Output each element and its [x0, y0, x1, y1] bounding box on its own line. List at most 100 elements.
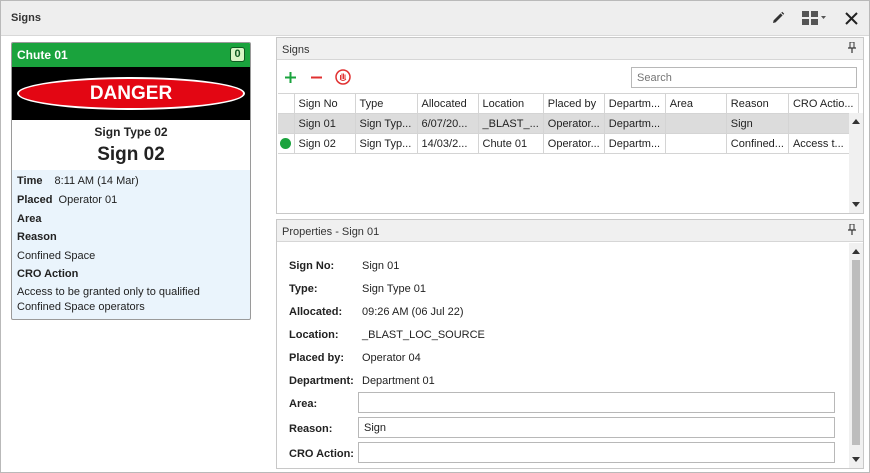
reason-cell: Confined... [726, 133, 789, 154]
prop-reason-label: Reason: [289, 423, 333, 435]
sign-card-pane: Chute 01 0 DANGER Sign Type 02 Sign 02 T… [2, 37, 271, 469]
row-status-cell [278, 133, 295, 154]
minus-icon[interactable] [308, 69, 324, 85]
scroll-down-icon[interactable] [852, 457, 860, 462]
card-area-label: Area [17, 213, 42, 225]
scroll-thumb[interactable] [852, 260, 860, 445]
prop-area-label: Area: [289, 398, 318, 410]
location-cell: Chute 01 [478, 133, 544, 154]
pin-icon[interactable] [847, 41, 857, 57]
column-header-status[interactable] [278, 93, 295, 114]
sign-card[interactable]: Chute 01 0 DANGER Sign Type 02 Sign 02 T… [11, 42, 251, 320]
card-placed-value: Operator 01 [58, 194, 118, 206]
card-title-area: Sign Type 02 Sign 02 [12, 120, 250, 170]
search-input[interactable] [631, 67, 857, 88]
prop-allocated-value: 09:26 AM (06 Jul 22) [362, 306, 464, 318]
card-cro-label: CRO Action [17, 268, 79, 280]
card-placed-label: Placed [17, 194, 53, 206]
scroll-up-icon[interactable] [852, 119, 860, 124]
cro-action-cell [788, 113, 859, 134]
card-header: Chute 01 0 [12, 43, 250, 67]
row-status-cell [278, 113, 295, 134]
signs-panel: Signs Search Sign No Type Allocated Loca… [276, 37, 864, 214]
pin-icon[interactable] [847, 223, 857, 239]
properties-panel: Properties - Sign 01 Sign No: Sign 01 Ty… [276, 219, 864, 469]
right-pane: Signs Search Sign No Type Allocated Loca… [276, 37, 864, 469]
properties-panel-title: Properties - Sign 01 [282, 226, 380, 238]
prop-department-value: Department 01 [362, 375, 435, 387]
prop-sign-no-label: Sign No: [289, 260, 335, 272]
column-header-allocated[interactable]: Allocated [417, 93, 479, 114]
properties-scrollbar[interactable] [849, 243, 863, 468]
column-header-type[interactable]: Type [355, 93, 418, 114]
card-sign-name: Sign 02 [97, 144, 165, 165]
reason-cell: Sign [726, 113, 789, 134]
prop-location-value: _BLAST_LOC_SOURCE [362, 329, 485, 341]
signs-panel-header: Signs [277, 38, 863, 60]
stop-hand-icon[interactable] [335, 69, 351, 85]
placed-by-cell: Operator... [543, 113, 605, 134]
card-time-value: 8:11 AM (14 Mar) [54, 175, 139, 187]
column-header-location[interactable]: Location [478, 93, 544, 114]
danger-label: DANGER [17, 77, 245, 110]
pencil-icon[interactable] [767, 8, 789, 28]
plus-icon[interactable] [282, 69, 298, 85]
scroll-down-icon[interactable] [852, 202, 860, 207]
signs-panel-title: Signs [282, 44, 310, 56]
department-cell: Departm... [604, 133, 666, 154]
location-cell: _BLAST_... [478, 113, 544, 134]
column-header-area[interactable]: Area [665, 93, 727, 114]
column-header-sign-no[interactable]: Sign No [294, 93, 356, 114]
prop-sign-no-value: Sign 01 [362, 260, 400, 272]
active-status-icon [280, 138, 291, 150]
table-row[interactable]: Sign 02 Sign Typ... 14/03/2... Chute 01 … [278, 133, 859, 154]
card-reason-label: Reason [17, 231, 57, 243]
signs-table-scrollbar[interactable] [849, 113, 863, 213]
area-cell [665, 133, 727, 154]
sign-no-cell: Sign 02 [294, 133, 356, 154]
scroll-up-icon[interactable] [852, 249, 860, 254]
close-icon[interactable] [840, 8, 862, 28]
properties-panel-header: Properties - Sign 01 [277, 220, 863, 242]
cro-action-input[interactable] [358, 442, 835, 463]
card-time-label: Time [17, 175, 43, 187]
reason-input[interactable] [358, 417, 835, 438]
grid-layout-icon[interactable] [799, 8, 829, 28]
prop-type-value: Sign Type 01 [362, 283, 427, 295]
column-header-department[interactable]: Departm... [604, 93, 666, 114]
card-cro-row: CRO Action [17, 268, 81, 280]
card-placed-row: Placed Operator 01 [17, 194, 117, 206]
card-area-row: Area [17, 213, 44, 225]
type-cell: Sign Typ... [355, 133, 418, 154]
table-header-row: Sign No Type Allocated Location Placed b… [278, 93, 859, 114]
prop-location-label: Location: [289, 329, 339, 341]
cro-action-cell: Access t... [788, 133, 859, 154]
prop-allocated-label: Allocated: [289, 306, 343, 318]
prop-cro-action-label: CRO Action: [289, 448, 354, 460]
table-row[interactable]: Sign 01 Sign Typ... 6/07/20... _BLAST_..… [278, 113, 859, 134]
prop-type-label: Type: [289, 283, 318, 295]
card-reason-value: Confined Space [17, 250, 96, 262]
column-header-placed-by[interactable]: Placed by [543, 93, 605, 114]
area-cell [665, 113, 727, 134]
area-input[interactable] [358, 392, 835, 413]
column-header-cro-action[interactable]: CRO Actio... [788, 93, 859, 114]
card-time-row: Time 8:11 AM (14 Mar) [17, 175, 139, 187]
card-count-badge: 0 [230, 47, 245, 62]
prop-placed-by-value: Operator 04 [362, 352, 421, 364]
signs-window: Signs Chute 01 0 DANGER Sign Type 02 Sig… [0, 0, 870, 473]
placed-by-cell: Operator... [543, 133, 605, 154]
danger-banner: DANGER [12, 67, 250, 120]
department-cell: Departm... [604, 113, 666, 134]
card-sign-type: Sign Type 02 [94, 125, 168, 139]
allocated-cell: 14/03/2... [417, 133, 479, 154]
card-location: Chute 01 [17, 48, 68, 62]
prop-department-label: Department: [289, 375, 354, 387]
column-header-reason[interactable]: Reason [726, 93, 789, 114]
title-bar: Signs [1, 1, 869, 36]
signs-table: Sign No Type Allocated Location Placed b… [278, 93, 859, 154]
card-cro-value-line2: Confined Space operators [17, 301, 145, 313]
window-title: Signs [11, 12, 41, 24]
type-cell: Sign Typ... [355, 113, 418, 134]
prop-placed-by-label: Placed by: [289, 352, 345, 364]
